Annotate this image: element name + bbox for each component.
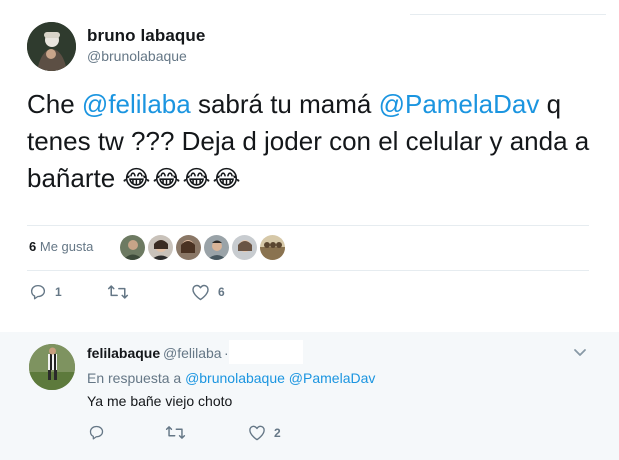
tweet-text: Che @felilaba sabrá tu mamá @PamelaDav q… xyxy=(27,86,597,198)
liker-avatar[interactable] xyxy=(260,235,285,260)
liker-avatar[interactable] xyxy=(176,235,201,260)
retweet-icon xyxy=(107,283,129,301)
mention-link[interactable]: @felilaba xyxy=(82,89,191,119)
likers-avatars xyxy=(120,235,285,260)
like-button[interactable]: 2 xyxy=(248,424,281,441)
main-tweet: bruno labaque @brunolabaque Che @felilab… xyxy=(0,0,619,332)
reply-author-avatar[interactable] xyxy=(29,344,75,390)
reply-button[interactable]: 1 xyxy=(29,283,62,301)
stats-divider xyxy=(27,270,589,271)
likes-label: Me gusta xyxy=(39,239,94,254)
like-button[interactable]: 6 xyxy=(191,283,225,301)
reply-author-handle[interactable]: @felilaba xyxy=(163,345,222,361)
liker-avatar[interactable] xyxy=(204,235,229,260)
reply-to-mentions[interactable]: @brunolabaque @PamelaDav xyxy=(185,370,375,386)
emoji-laughing: 😂😂😂😂 xyxy=(122,166,243,193)
stats-divider xyxy=(27,225,589,226)
reply-icon xyxy=(88,424,105,441)
likes-count[interactable]: 6 Me gusta xyxy=(29,239,93,254)
reply-to-line: En respuesta a @brunolabaque @PamelaDav xyxy=(87,370,375,386)
liker-avatar[interactable] xyxy=(120,235,145,260)
redacted-timestamp xyxy=(229,340,303,364)
mention-link[interactable]: @PamelaDav xyxy=(379,89,540,119)
like-count: 2 xyxy=(274,425,281,440)
author-name[interactable]: bruno labaque xyxy=(87,26,205,46)
liker-avatar[interactable] xyxy=(148,235,173,260)
reply-text: Ya me bañe viejo choto xyxy=(87,393,233,409)
chevron-down-icon[interactable] xyxy=(572,346,588,360)
text-part: Che xyxy=(27,89,82,119)
likes-number: 6 xyxy=(29,239,37,254)
reply-to-prefix: En respuesta a xyxy=(87,370,182,386)
retweet-button[interactable] xyxy=(107,283,137,301)
reply-author-name[interactable]: felilabaque xyxy=(87,345,160,361)
like-count: 6 xyxy=(218,285,225,299)
text-part: sabrá tu mamá xyxy=(190,89,379,119)
retweet-button[interactable] xyxy=(165,424,194,441)
heart-icon xyxy=(191,283,210,301)
retweet-icon xyxy=(165,424,186,441)
reply-icon xyxy=(29,283,47,301)
reply-count: 1 xyxy=(55,285,62,299)
reply-tweet[interactable]: felilabaque @felilaba · En respuesta a @… xyxy=(0,332,619,460)
header-divider xyxy=(410,14,606,15)
separator-dot: · xyxy=(224,345,229,361)
author-avatar[interactable] xyxy=(27,22,76,71)
reply-button[interactable] xyxy=(88,424,113,441)
liker-avatar[interactable] xyxy=(232,235,257,260)
heart-icon xyxy=(248,424,266,441)
author-handle[interactable]: @brunolabaque xyxy=(87,48,187,64)
